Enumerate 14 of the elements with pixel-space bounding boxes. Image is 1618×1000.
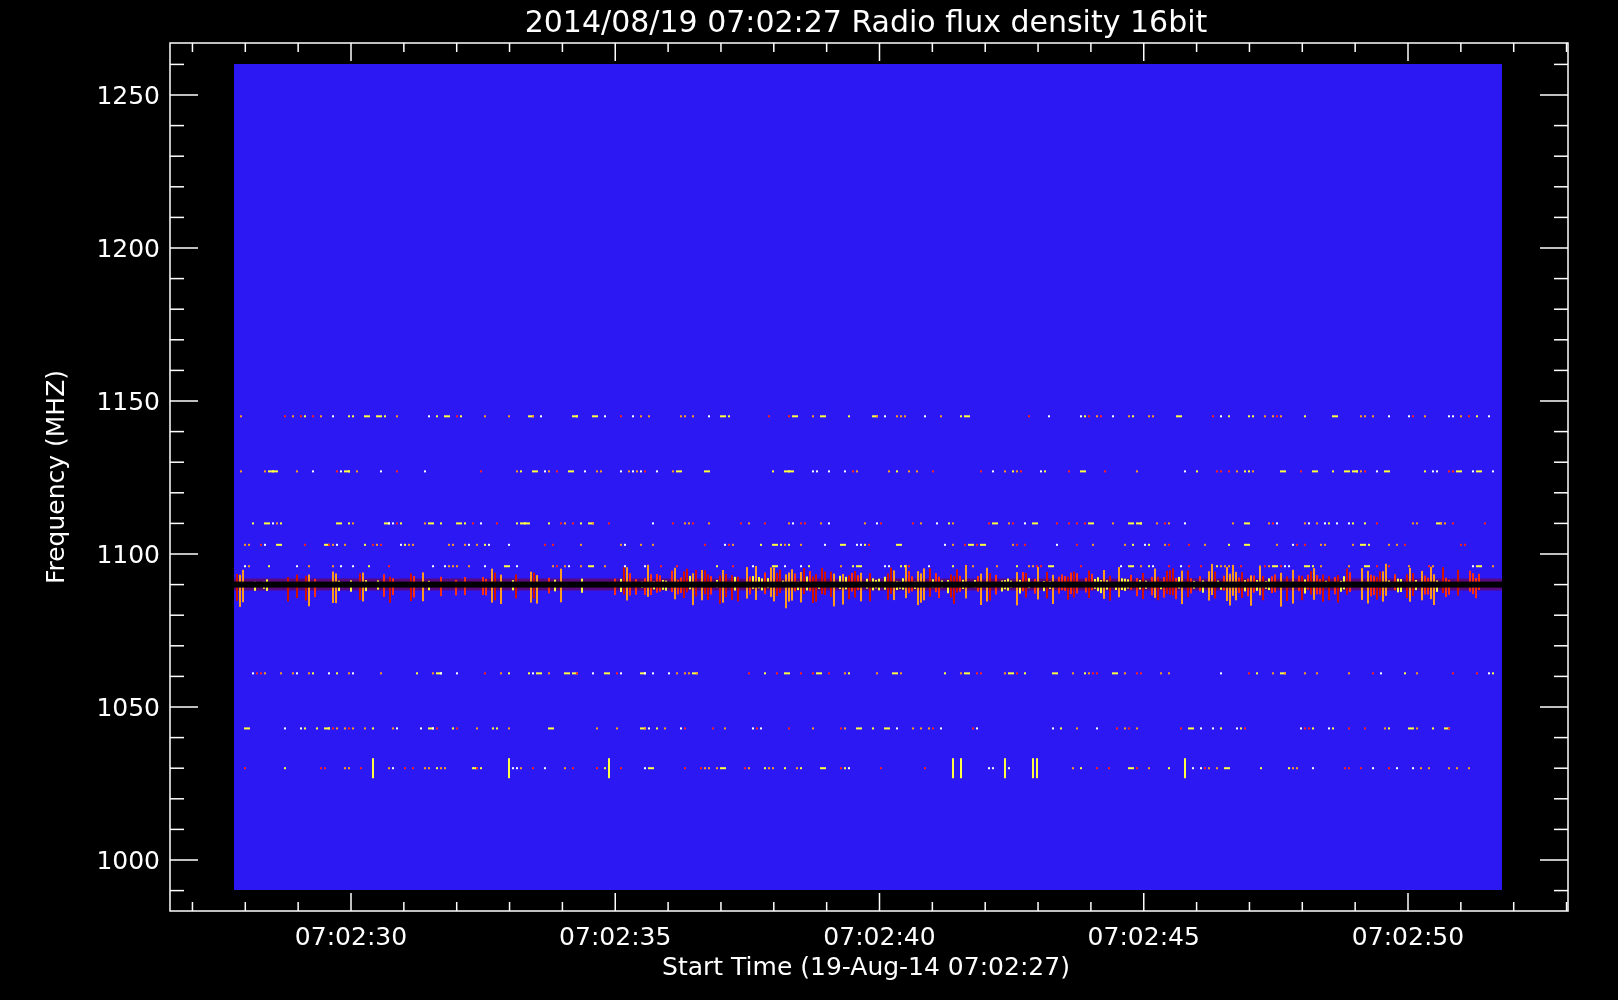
x-tick-label: 07:02:45 [1087, 922, 1200, 951]
x-tick-label: 07:02:40 [823, 922, 936, 951]
y-tick-label: 1200 [96, 234, 160, 263]
y-tick-label: 1150 [96, 387, 160, 416]
x-tick-label: 07:02:50 [1351, 922, 1465, 951]
y-tick-label: 1100 [96, 540, 160, 569]
plot-title: 2014/08/19 07:02:27 Radio flux density 16bit [524, 4, 1208, 39]
x-axis-label: Start Time (19-Aug-14 07:02:27) [662, 952, 1070, 981]
y-tick-label: 1250 [96, 81, 160, 110]
x-tick-label: 07:02:30 [294, 922, 408, 951]
y-axis-label: Frequency (MHZ) [41, 369, 70, 585]
y-tick-label: 1050 [96, 693, 160, 722]
x-tick-label: 07:02:35 [559, 922, 672, 951]
y-tick-label: 1000 [96, 846, 160, 875]
